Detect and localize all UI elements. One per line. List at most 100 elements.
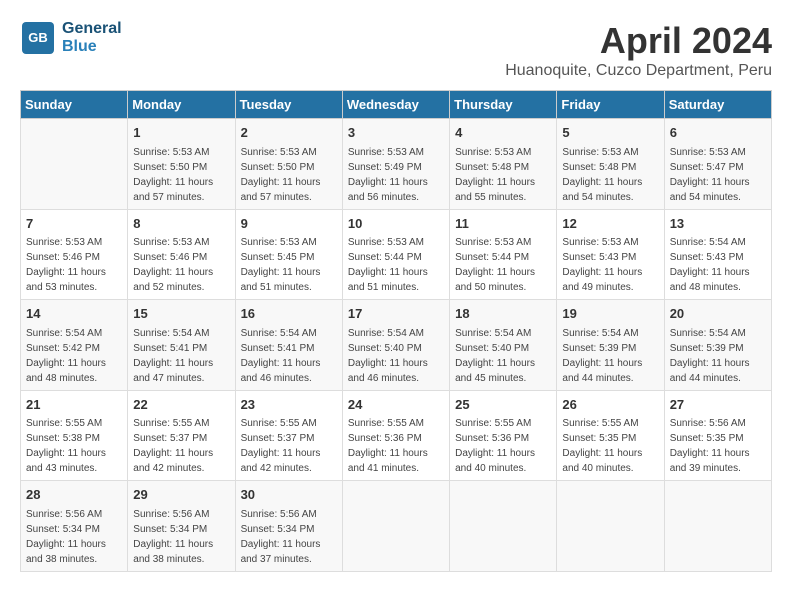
logo-text: GeneralBlue (62, 20, 122, 56)
calendar-cell: 27Sunrise: 5:56 AM Sunset: 5:35 PM Dayli… (664, 390, 771, 481)
calendar-cell: 21Sunrise: 5:55 AM Sunset: 5:38 PM Dayli… (21, 390, 128, 481)
calendar-week-row: 14Sunrise: 5:54 AM Sunset: 5:42 PM Dayli… (21, 300, 772, 391)
page-title: April 2024 (505, 20, 772, 62)
header-saturday: Saturday (664, 91, 771, 119)
day-info: Sunrise: 5:54 AM Sunset: 5:39 PM Dayligh… (670, 326, 766, 386)
header-thursday: Thursday (450, 91, 557, 119)
day-number: 18 (455, 304, 551, 324)
day-info: Sunrise: 5:54 AM Sunset: 5:40 PM Dayligh… (455, 326, 551, 386)
day-number: 20 (670, 304, 766, 324)
day-number: 12 (562, 214, 658, 234)
header-wednesday: Wednesday (342, 91, 449, 119)
day-number: 11 (455, 214, 551, 234)
logo: GB GeneralBlue (20, 20, 122, 56)
day-info: Sunrise: 5:55 AM Sunset: 5:36 PM Dayligh… (348, 416, 444, 476)
calendar-cell (557, 481, 664, 572)
day-info: Sunrise: 5:53 AM Sunset: 5:50 PM Dayligh… (241, 145, 337, 205)
day-info: Sunrise: 5:55 AM Sunset: 5:35 PM Dayligh… (562, 416, 658, 476)
calendar-cell: 4Sunrise: 5:53 AM Sunset: 5:48 PM Daylig… (450, 119, 557, 210)
calendar-cell (450, 481, 557, 572)
day-number: 22 (133, 395, 229, 415)
calendar-cell: 11Sunrise: 5:53 AM Sunset: 5:44 PM Dayli… (450, 209, 557, 300)
day-info: Sunrise: 5:56 AM Sunset: 5:34 PM Dayligh… (241, 507, 337, 567)
day-number: 16 (241, 304, 337, 324)
day-info: Sunrise: 5:53 AM Sunset: 5:50 PM Dayligh… (133, 145, 229, 205)
day-number: 27 (670, 395, 766, 415)
calendar-cell: 22Sunrise: 5:55 AM Sunset: 5:37 PM Dayli… (128, 390, 235, 481)
header-monday: Monday (128, 91, 235, 119)
day-info: Sunrise: 5:53 AM Sunset: 5:45 PM Dayligh… (241, 235, 337, 295)
calendar-cell (21, 119, 128, 210)
day-info: Sunrise: 5:53 AM Sunset: 5:48 PM Dayligh… (562, 145, 658, 205)
day-info: Sunrise: 5:55 AM Sunset: 5:38 PM Dayligh… (26, 416, 122, 476)
calendar-cell: 1Sunrise: 5:53 AM Sunset: 5:50 PM Daylig… (128, 119, 235, 210)
day-number: 25 (455, 395, 551, 415)
day-number: 23 (241, 395, 337, 415)
day-info: Sunrise: 5:54 AM Sunset: 5:42 PM Dayligh… (26, 326, 122, 386)
calendar-cell: 12Sunrise: 5:53 AM Sunset: 5:43 PM Dayli… (557, 209, 664, 300)
calendar-cell: 13Sunrise: 5:54 AM Sunset: 5:43 PM Dayli… (664, 209, 771, 300)
calendar-cell: 15Sunrise: 5:54 AM Sunset: 5:41 PM Dayli… (128, 300, 235, 391)
calendar-cell: 10Sunrise: 5:53 AM Sunset: 5:44 PM Dayli… (342, 209, 449, 300)
calendar-cell: 16Sunrise: 5:54 AM Sunset: 5:41 PM Dayli… (235, 300, 342, 391)
calendar-cell: 2Sunrise: 5:53 AM Sunset: 5:50 PM Daylig… (235, 119, 342, 210)
day-number: 8 (133, 214, 229, 234)
day-info: Sunrise: 5:53 AM Sunset: 5:49 PM Dayligh… (348, 145, 444, 205)
day-number: 19 (562, 304, 658, 324)
header-tuesday: Tuesday (235, 91, 342, 119)
day-number: 7 (26, 214, 122, 234)
calendar-cell: 20Sunrise: 5:54 AM Sunset: 5:39 PM Dayli… (664, 300, 771, 391)
calendar-cell: 24Sunrise: 5:55 AM Sunset: 5:36 PM Dayli… (342, 390, 449, 481)
day-number: 1 (133, 123, 229, 143)
day-info: Sunrise: 5:54 AM Sunset: 5:41 PM Dayligh… (133, 326, 229, 386)
calendar-cell: 14Sunrise: 5:54 AM Sunset: 5:42 PM Dayli… (21, 300, 128, 391)
calendar-cell: 5Sunrise: 5:53 AM Sunset: 5:48 PM Daylig… (557, 119, 664, 210)
day-info: Sunrise: 5:53 AM Sunset: 5:46 PM Dayligh… (26, 235, 122, 295)
calendar-cell: 7Sunrise: 5:53 AM Sunset: 5:46 PM Daylig… (21, 209, 128, 300)
calendar-week-row: 21Sunrise: 5:55 AM Sunset: 5:38 PM Dayli… (21, 390, 772, 481)
day-number: 14 (26, 304, 122, 324)
page-subtitle: Huanoquite, Cuzco Department, Peru (505, 62, 772, 80)
calendar-cell: 25Sunrise: 5:55 AM Sunset: 5:36 PM Dayli… (450, 390, 557, 481)
calendar-cell: 23Sunrise: 5:55 AM Sunset: 5:37 PM Dayli… (235, 390, 342, 481)
day-info: Sunrise: 5:53 AM Sunset: 5:46 PM Dayligh… (133, 235, 229, 295)
day-info: Sunrise: 5:55 AM Sunset: 5:37 PM Dayligh… (133, 416, 229, 476)
calendar-cell (664, 481, 771, 572)
day-number: 17 (348, 304, 444, 324)
day-number: 21 (26, 395, 122, 415)
calendar-cell: 6Sunrise: 5:53 AM Sunset: 5:47 PM Daylig… (664, 119, 771, 210)
header-sunday: Sunday (21, 91, 128, 119)
calendar-table: SundayMondayTuesdayWednesdayThursdayFrid… (20, 90, 772, 572)
day-info: Sunrise: 5:55 AM Sunset: 5:36 PM Dayligh… (455, 416, 551, 476)
header-friday: Friday (557, 91, 664, 119)
day-number: 2 (241, 123, 337, 143)
day-info: Sunrise: 5:54 AM Sunset: 5:41 PM Dayligh… (241, 326, 337, 386)
day-info: Sunrise: 5:54 AM Sunset: 5:40 PM Dayligh… (348, 326, 444, 386)
day-number: 5 (562, 123, 658, 143)
day-number: 3 (348, 123, 444, 143)
calendar-cell: 28Sunrise: 5:56 AM Sunset: 5:34 PM Dayli… (21, 481, 128, 572)
day-number: 24 (348, 395, 444, 415)
day-number: 6 (670, 123, 766, 143)
calendar-cell: 19Sunrise: 5:54 AM Sunset: 5:39 PM Dayli… (557, 300, 664, 391)
calendar-cell: 3Sunrise: 5:53 AM Sunset: 5:49 PM Daylig… (342, 119, 449, 210)
svg-text:GB: GB (28, 30, 48, 45)
day-number: 13 (670, 214, 766, 234)
calendar-cell: 8Sunrise: 5:53 AM Sunset: 5:46 PM Daylig… (128, 209, 235, 300)
day-info: Sunrise: 5:55 AM Sunset: 5:37 PM Dayligh… (241, 416, 337, 476)
day-number: 28 (26, 485, 122, 505)
day-info: Sunrise: 5:54 AM Sunset: 5:43 PM Dayligh… (670, 235, 766, 295)
calendar-cell: 18Sunrise: 5:54 AM Sunset: 5:40 PM Dayli… (450, 300, 557, 391)
calendar-cell: 17Sunrise: 5:54 AM Sunset: 5:40 PM Dayli… (342, 300, 449, 391)
day-info: Sunrise: 5:53 AM Sunset: 5:47 PM Dayligh… (670, 145, 766, 205)
calendar-week-row: 1Sunrise: 5:53 AM Sunset: 5:50 PM Daylig… (21, 119, 772, 210)
day-info: Sunrise: 5:53 AM Sunset: 5:43 PM Dayligh… (562, 235, 658, 295)
calendar-cell: 26Sunrise: 5:55 AM Sunset: 5:35 PM Dayli… (557, 390, 664, 481)
day-number: 4 (455, 123, 551, 143)
day-number: 10 (348, 214, 444, 234)
day-number: 9 (241, 214, 337, 234)
header: GB GeneralBlue April 2024 Huanoquite, Cu… (20, 20, 772, 80)
day-info: Sunrise: 5:53 AM Sunset: 5:44 PM Dayligh… (348, 235, 444, 295)
calendar-cell: 29Sunrise: 5:56 AM Sunset: 5:34 PM Dayli… (128, 481, 235, 572)
day-info: Sunrise: 5:53 AM Sunset: 5:44 PM Dayligh… (455, 235, 551, 295)
